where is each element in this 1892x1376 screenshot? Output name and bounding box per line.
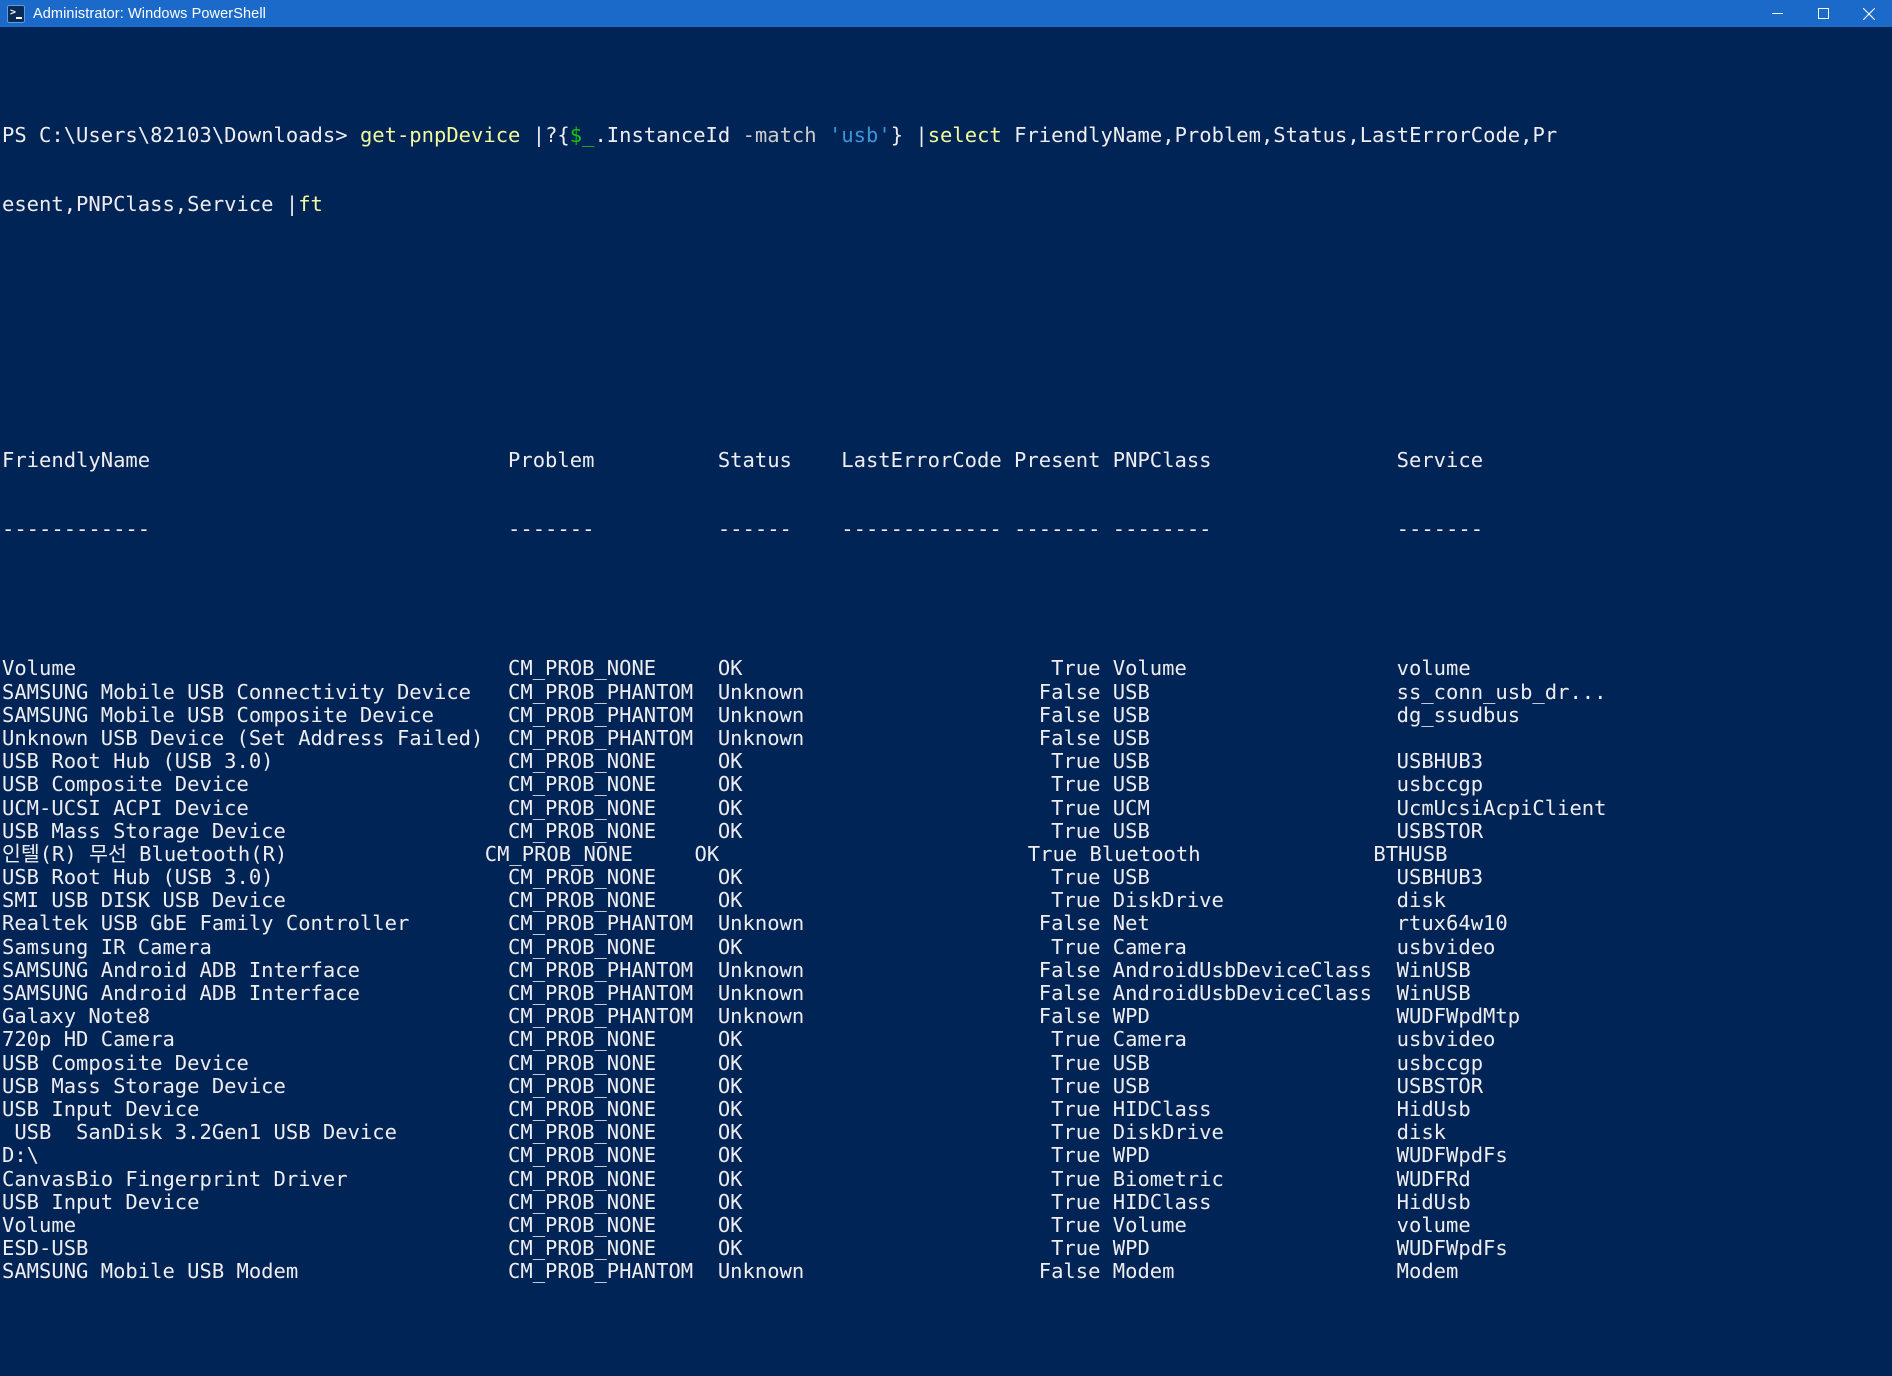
prompt-caret: > (335, 122, 360, 147)
table-row: USB Mass Storage Device CM_PROB_NONE OK … (2, 818, 1484, 843)
blank-line-after-rule (2, 588, 1892, 611)
command-token: esent,PNPClass,Service (2, 192, 286, 217)
table-row: UCM-UCSI ACPI Device CM_PROB_NONE OK Tru… (2, 795, 1607, 820)
command-token: |?{ (532, 122, 570, 147)
powershell-underscore-glyph (16, 16, 22, 19)
command-token: 'usb' (828, 122, 891, 147)
table-row: Volume CM_PROB_NONE OK True Volume volum… (2, 656, 1471, 681)
table-body: Volume CM_PROB_NONE OK True Volume volum… (2, 657, 1892, 1283)
window-title: Administrator: Windows PowerShell (33, 5, 266, 22)
table-row: USB Input Device CM_PROB_NONE OK True HI… (2, 1096, 1471, 1121)
table-row: SAMSUNG Mobile USB Composite Device CM_P… (2, 702, 1521, 727)
table-row: USB Input Device CM_PROB_NONE OK True HI… (2, 1189, 1471, 1214)
table-row: SMI USB DISK USB Device CM_PROB_NONE OK … (2, 888, 1447, 913)
command-token: get-pnpDevice (359, 122, 533, 147)
maximize-button[interactable] (1800, 0, 1846, 27)
table-row: SAMSUNG Android ADB Interface CM_PROB_PH… (2, 957, 1471, 982)
command-token: .InstanceId (594, 122, 743, 147)
table-row: USB Root Hub (USB 3.0) CM_PROB_NONE OK T… (2, 865, 1484, 890)
table-row: ESD-USB CM_PROB_NONE OK True WPD WUDFWpd… (2, 1236, 1508, 1261)
table-row: Realtek USB GbE Family Controller CM_PRO… (2, 911, 1508, 936)
prompt-path: C:\Users\82103\Downloads (39, 122, 336, 147)
table-row: USB Composite Device CM_PROB_NONE OK Tru… (2, 1050, 1484, 1075)
table-row: SAMSUNG Mobile USB Modem CM_PROB_PHANTOM… (2, 1259, 1459, 1284)
command-token: } (890, 122, 916, 147)
blank-line-after-command (2, 286, 1892, 309)
table-row: Unknown USB Device (Set Address Failed) … (2, 725, 1150, 750)
minimize-button[interactable] (1754, 0, 1800, 27)
prompt-ps-label: PS (2, 122, 40, 147)
command-token: $_ (569, 122, 595, 147)
table-row: 720p HD Camera CM_PROB_NONE OK True Came… (2, 1027, 1496, 1052)
table-header-rule: ------------ ------- ------ ------------… (2, 517, 1484, 542)
title-bar[interactable]: > Administrator: Windows PowerShell (0, 0, 1892, 27)
output-table: FriendlyName Problem Status LastErrorCod… (2, 402, 1892, 1330)
command-token: -match (742, 122, 829, 147)
table-row: D:\ CM_PROB_NONE OK True WPD WUDFWpdFs (2, 1143, 1508, 1168)
prompt-line-1: PS C:\Users\82103\Downloads> get-pnpDevi… (2, 122, 1892, 147)
table-row: USB SanDisk 3.2Gen1 USB Device CM_PROB_N… (2, 1120, 1447, 1145)
table-row: SAMSUNG Android ADB Interface CM_PROB_PH… (2, 981, 1471, 1006)
powershell-icon: > (7, 4, 25, 23)
table-row: USB Root Hub (USB 3.0) CM_PROB_NONE OK T… (2, 749, 1484, 774)
table-header-row: FriendlyName Problem Status LastErrorCod… (2, 447, 1484, 472)
command-token: ft (298, 192, 323, 217)
table-row: CanvasBio Fingerprint Driver CM_PROB_NON… (2, 1166, 1471, 1191)
command-token: | (915, 122, 928, 147)
table-row: Samsung IR Camera CM_PROB_NONE OK True C… (2, 934, 1496, 959)
close-button[interactable] (1846, 0, 1892, 27)
command-token: FriendlyName,Problem,Status,LastErrorCod… (1014, 122, 1558, 147)
prompt-line-2: esent,PNPClass,Service |ft (2, 193, 1892, 216)
table-row: SAMSUNG Mobile USB Connectivity Device C… (2, 679, 1607, 704)
table-row: USB Mass Storage Device CM_PROB_NONE OK … (2, 1073, 1484, 1098)
console-output-area[interactable]: PS C:\Users\82103\Downloads> get-pnpDevi… (0, 27, 1892, 1283)
table-row: Galaxy Note8 CM_PROB_PHANTOM Unknown Fal… (2, 1004, 1521, 1029)
table-row: Volume CM_PROB_NONE OK True Volume volum… (2, 1212, 1471, 1237)
command-line-2[interactable]: esent,PNPClass,Service |ft (2, 192, 323, 216)
maximize-icon (1817, 8, 1829, 19)
table-row: 인텔(R) 무선 Bluetooth(R) CM_PROB_NONE OK Tr… (2, 841, 1448, 866)
close-icon (1863, 7, 1875, 20)
table-row: USB Composite Device CM_PROB_NONE OK Tru… (2, 772, 1484, 797)
command-token: select (927, 122, 1015, 147)
command-token: | (285, 192, 299, 217)
command-line-1[interactable]: get-pnpDevice |?{$_.InstanceId -match 'u… (360, 123, 1557, 147)
minimize-icon (1771, 13, 1783, 14)
